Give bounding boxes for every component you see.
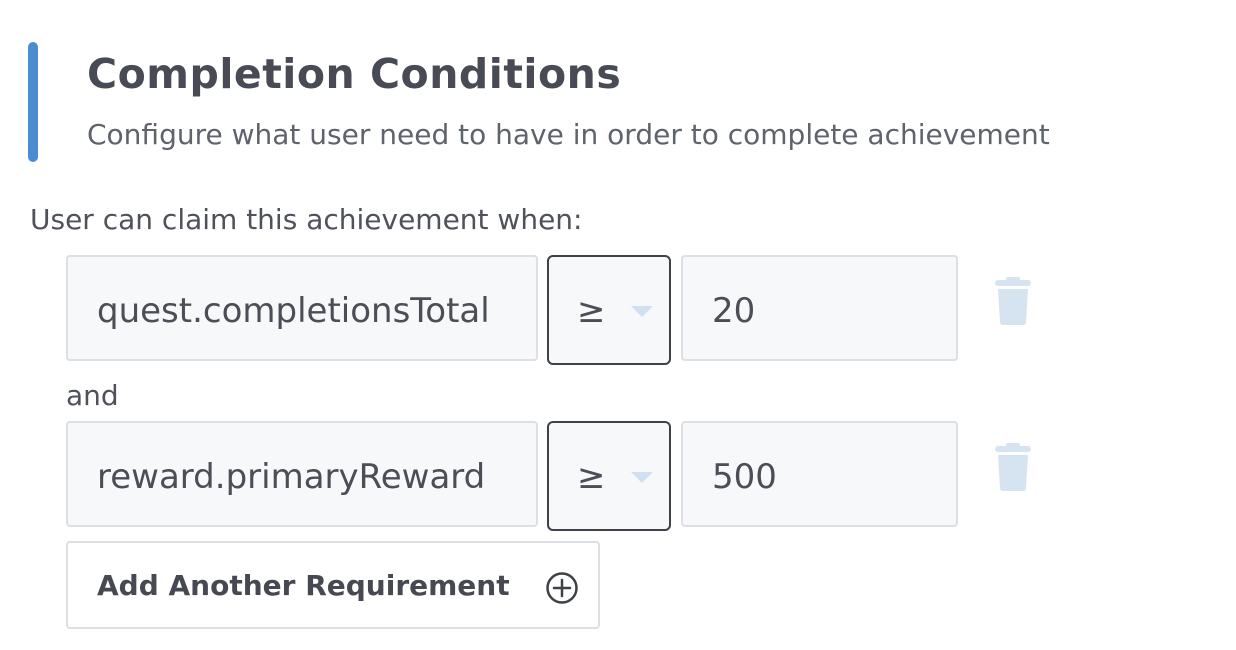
chevron-down-icon [631, 472, 653, 483]
accent-bar [28, 42, 38, 162]
condition-row: quest.completionsTotal ≥ 20 [66, 255, 1046, 365]
condition-field-value: reward.primaryReward [97, 457, 486, 497]
trash-icon[interactable] [995, 443, 1031, 491]
condition-row: reward.primaryReward ≥ 500 [66, 421, 1046, 531]
trash-icon[interactable] [995, 277, 1031, 325]
chevron-down-icon [631, 306, 653, 317]
operator-value: ≥ [577, 291, 606, 331]
claim-intro-label: User can claim this achievement when: [30, 203, 583, 236]
condition-connector: and [66, 379, 119, 412]
condition-value: 500 [712, 457, 777, 497]
operator-value: ≥ [577, 457, 606, 497]
section-title: Completion Conditions [87, 50, 622, 98]
plus-circle-icon [545, 571, 579, 605]
condition-value: 20 [712, 291, 756, 331]
add-requirement-button[interactable]: Add Another Requirement [66, 541, 600, 629]
section-subtitle: Configure what user need to have in orde… [87, 118, 1050, 151]
operator-select[interactable]: ≥ [547, 421, 671, 531]
section-header: Completion Conditions Configure what use… [28, 42, 1178, 162]
condition-field-select[interactable]: reward.primaryReward [66, 421, 538, 527]
condition-value-input[interactable]: 20 [681, 255, 958, 361]
condition-field-select[interactable]: quest.completionsTotal [66, 255, 538, 361]
condition-value-input[interactable]: 500 [681, 421, 958, 527]
operator-select[interactable]: ≥ [547, 255, 671, 365]
add-requirement-label: Add Another Requirement [97, 569, 510, 602]
condition-field-value: quest.completionsTotal [97, 291, 490, 331]
